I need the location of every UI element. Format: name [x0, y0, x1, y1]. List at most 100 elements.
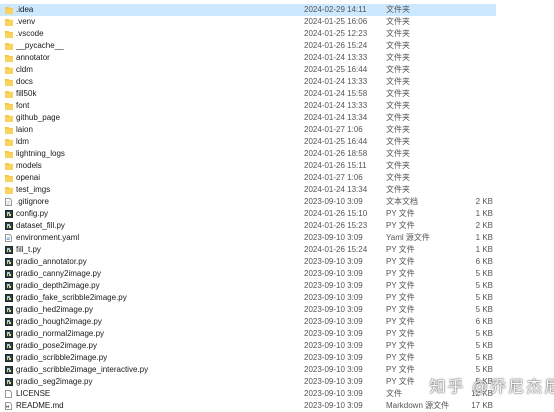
- file-row[interactable]: ldm 2024-01-25 16:44 文件夹: [0, 136, 496, 148]
- file-name: gradio_pose2image.py: [16, 341, 97, 350]
- file-date-modified: 2024-01-25 12:23: [304, 29, 368, 38]
- file-row[interactable]: gradio_hough2image.py 2023-09-10 3:09 PY 文…: [0, 316, 496, 328]
- file-list: .idea 2024-02-29 14:11 文件夹 .venv 2024-01-25 …: [0, 4, 554, 412]
- folder-icon: [5, 54, 13, 62]
- file-type: PY 文件: [386, 293, 415, 302]
- file-date-modified: 2024-01-27 1:06: [304, 173, 363, 182]
- file-date-modified: 2023-09-10 3:09: [304, 269, 363, 278]
- file-row[interactable]: gradio_canny2image.py 2023-09-10 3:09 PY 文…: [0, 268, 496, 280]
- file-name: lightning_logs: [16, 149, 65, 158]
- file-date-modified: 2023-09-10 3:09: [304, 353, 363, 362]
- file-row[interactable]: gradio_depth2image.py 2023-09-10 3:09 PY 文…: [0, 280, 496, 292]
- file-row[interactable]: github_page 2024-01-24 13:34 文件夹: [0, 112, 496, 124]
- folder-icon: [5, 6, 13, 14]
- file-name: github_page: [16, 113, 61, 122]
- file-size: 2 KB: [475, 221, 493, 230]
- file-date-modified: 2023-09-10 3:09: [304, 197, 363, 206]
- watermark: 知乎 @乔尼杰尼: [419, 373, 554, 397]
- file-type: 文件夹: [386, 113, 410, 122]
- file-row[interactable]: laion 2024-01-27 1:06 文件夹: [0, 124, 496, 136]
- folder-icon: [5, 186, 13, 194]
- file-name: gradio_annotator.py: [16, 257, 87, 266]
- file-type: 文件夹: [386, 185, 410, 194]
- file-row[interactable]: .vscode 2024-01-25 12:23 文件夹: [0, 28, 496, 40]
- file-date-modified: 2023-09-10 3:09: [304, 257, 363, 266]
- file-name: gradio_fake_scribble2image.py: [16, 293, 127, 302]
- file-row[interactable]: fill_t.py 2024-01-26 15:24 PY 文件 1 KB: [0, 244, 496, 256]
- file-type: 文件夹: [386, 173, 410, 182]
- file-row[interactable]: gradio_hed2image.py 2023-09-10 3:09 PY 文件 5…: [0, 304, 496, 316]
- python-file-icon: [5, 306, 13, 314]
- file-date-modified: 2023-09-10 3:09: [304, 341, 363, 350]
- file-row[interactable]: environment.yaml 2023-09-10 3:09 Yaml 源文件 1…: [0, 232, 496, 244]
- file-row[interactable]: .venv 2024-01-25 16:06 文件夹: [0, 16, 496, 28]
- file-row[interactable]: dataset_fill.py 2024-01-26 15:23 PY 文件 2 KB: [0, 220, 496, 232]
- file-type: 文本文档: [386, 197, 418, 206]
- yaml-file-icon: [5, 234, 13, 242]
- file-size: 5 KB: [475, 305, 493, 314]
- file-row[interactable]: cldm 2024-01-25 16:44 文件夹: [0, 64, 496, 76]
- file-type: 文件夹: [386, 101, 410, 110]
- file-type: PY 文件: [386, 305, 415, 314]
- file-row[interactable]: .gitignore 2023-09-10 3:09 文本文档 2 KB: [0, 196, 496, 208]
- file-type: 文件夹: [386, 161, 410, 170]
- file-name: config.py: [16, 209, 49, 218]
- file-name: ldm: [16, 137, 29, 146]
- file-name: gradio_seg2image.py: [16, 377, 93, 386]
- file-row[interactable]: openai 2024-01-27 1:06 文件夹: [0, 172, 496, 184]
- file-date-modified: 2024-01-26 15:10: [304, 209, 368, 218]
- folder-icon: [5, 90, 13, 98]
- file-date-modified: 2023-09-10 3:09: [304, 317, 363, 326]
- file-row[interactable]: annotator 2024-01-24 13:33 文件夹: [0, 52, 496, 64]
- file-row[interactable]: fill50k 2024-01-24 15:58 文件夹: [0, 88, 496, 100]
- file-name: laion: [16, 125, 33, 134]
- file-size: 1 KB: [475, 209, 493, 218]
- folder-icon: [5, 138, 13, 146]
- python-file-icon: [5, 366, 13, 374]
- file-name: .idea: [16, 5, 34, 14]
- file-row[interactable]: gradio_scribble2image.py 2023-09-10 3:09 P…: [0, 352, 496, 364]
- file-row[interactable]: models 2024-01-26 15:11 文件夹: [0, 160, 496, 172]
- file-name: cldm: [16, 65, 33, 74]
- blank-file-icon: [5, 390, 13, 398]
- file-row[interactable]: gradio_annotator.py 2023-09-10 3:09 PY 文件 6…: [0, 256, 496, 268]
- file-name: gradio_hed2image.py: [16, 305, 93, 314]
- folder-icon: [5, 102, 13, 110]
- file-type: 文件夹: [386, 29, 410, 38]
- file-row[interactable]: gradio_pose2image.py 2023-09-10 3:09 PY 文件…: [0, 340, 496, 352]
- file-date-modified: 2024-01-27 1:06: [304, 125, 363, 134]
- file-date-modified: 2024-01-25 16:44: [304, 137, 368, 146]
- file-date-modified: 2024-01-24 13:33: [304, 53, 368, 62]
- file-row[interactable]: gradio_fake_scribble2image.py 2023-09-10 …: [0, 292, 496, 304]
- file-name: gradio_canny2image.py: [16, 269, 101, 278]
- file-name: test_imgs: [16, 185, 51, 194]
- file-type: 文件夹: [386, 5, 410, 14]
- python-file-icon: [5, 330, 13, 338]
- file-row[interactable]: docs 2024-01-24 13:33 文件夹: [0, 76, 496, 88]
- folder-icon: [5, 174, 13, 182]
- file-date-modified: 2023-09-10 3:09: [304, 293, 363, 302]
- folder-icon: [5, 66, 13, 74]
- watermark-text: 知乎 @乔尼杰尼: [429, 379, 554, 396]
- file-type: 文件夹: [386, 41, 410, 50]
- file-row[interactable]: font 2024-01-24 13:33 文件夹: [0, 100, 496, 112]
- file-type: PY 文件: [386, 329, 415, 338]
- file-row[interactable]: config.py 2024-01-26 15:10 PY 文件 1 KB: [0, 208, 496, 220]
- file-type: PY 文件: [386, 317, 415, 326]
- file-row[interactable]: lightning_logs 2024-01-26 18:58 文件夹: [0, 148, 496, 160]
- file-row[interactable]: gradio_normal2image.py 2023-09-10 3:09 PY …: [0, 328, 496, 340]
- file-size: 5 KB: [475, 281, 493, 290]
- file-row[interactable]: README.md 2023-09-10 3:09 Markdown 源文件 17 K…: [0, 400, 496, 412]
- file-row[interactable]: __pycache__ 2024-01-26 15:24 文件夹: [0, 40, 496, 52]
- python-file-icon: [5, 270, 13, 278]
- file-size: 17 KB: [471, 401, 493, 410]
- file-name: openai: [16, 173, 41, 182]
- file-name: models: [16, 161, 42, 170]
- file-row[interactable]: test_imgs 2024-01-24 13:34 文件夹: [0, 184, 496, 196]
- file-row[interactable]: .idea 2024-02-29 14:11 文件夹: [0, 4, 496, 16]
- file-date-modified: 2024-01-26 15:24: [304, 41, 368, 50]
- file-name: docs: [16, 77, 33, 86]
- file-name: annotator: [16, 53, 50, 62]
- file-date-modified: 2024-01-26 15:11: [304, 161, 367, 170]
- folder-icon: [5, 162, 13, 170]
